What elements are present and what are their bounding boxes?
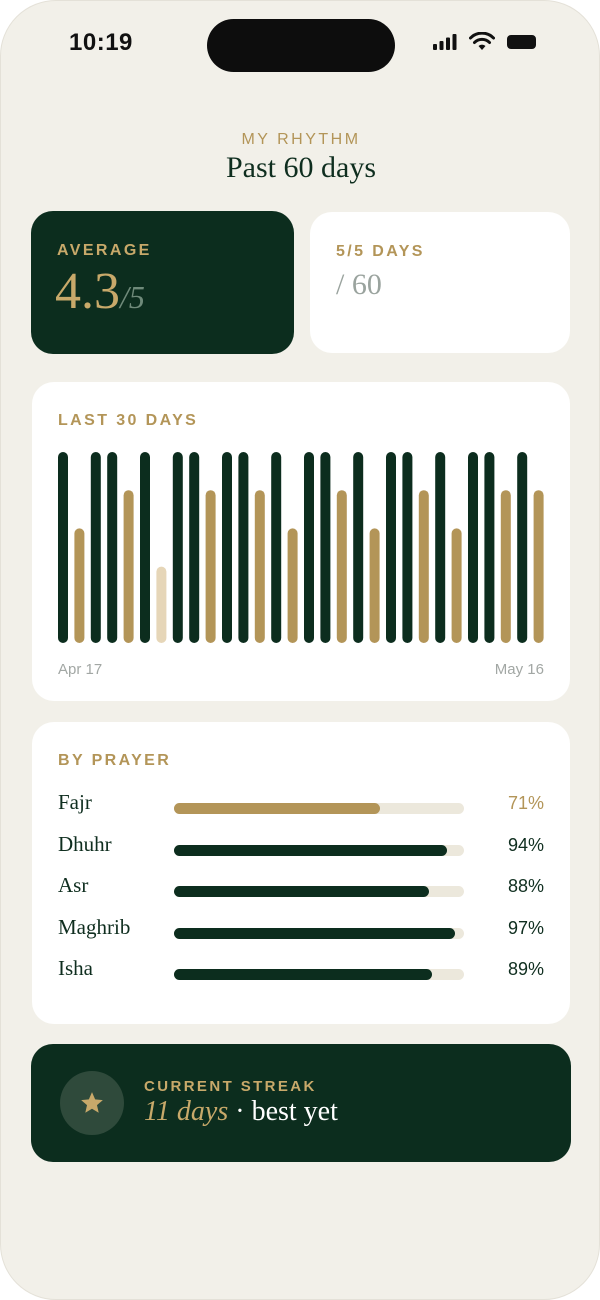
day-bar bbox=[189, 452, 200, 643]
progress-track bbox=[174, 803, 464, 814]
star-icon bbox=[81, 1092, 103, 1113]
day-bar bbox=[156, 566, 167, 643]
day-bar bbox=[90, 452, 101, 643]
day-bar bbox=[254, 490, 265, 643]
full-days-label: 5/5 DAYS bbox=[336, 243, 425, 260]
prayer-name: Asr bbox=[58, 873, 89, 897]
day-bar bbox=[402, 452, 413, 643]
prayer-percent: 71% bbox=[507, 793, 544, 813]
average-value: 4.3 bbox=[55, 263, 120, 320]
day-bar bbox=[369, 528, 380, 643]
prayer-name: Fajr bbox=[58, 790, 92, 814]
day-bar bbox=[222, 452, 232, 643]
streak-label: CURRENT STREAK bbox=[144, 1078, 317, 1095]
by-prayer-card: BY PRAYER Fajr 71% Dhuhr 94% Asr 88% Mag… bbox=[32, 722, 570, 1024]
prayer-row-fajr: Fajr 71% bbox=[58, 790, 544, 820]
phone-screen: 10:19 MY RHYTHM Past 60 days AVERAGE 4.3… bbox=[0, 0, 600, 1300]
streak-text: 11 days · best yet bbox=[144, 1096, 338, 1128]
by-prayer-title: BY PRAYER bbox=[58, 752, 172, 769]
progress-fill bbox=[174, 886, 430, 897]
day-bar bbox=[500, 490, 511, 643]
day-bar bbox=[58, 452, 68, 643]
day-bar bbox=[435, 452, 446, 643]
status-time: 10:19 bbox=[69, 29, 133, 56]
chart-end-date: May 16 bbox=[494, 661, 544, 678]
prayer-percent: 88% bbox=[507, 876, 544, 896]
streak-badge bbox=[60, 1071, 124, 1135]
progress-track bbox=[174, 928, 464, 939]
section-eyebrow: MY RHYTHM bbox=[241, 131, 361, 148]
day-bar bbox=[304, 452, 314, 643]
day-bar bbox=[418, 490, 429, 643]
prayer-row-maghrib: Maghrib 97% bbox=[58, 915, 544, 945]
day-bar bbox=[287, 528, 298, 643]
chart-start-date: Apr 17 bbox=[58, 661, 103, 678]
progress-fill bbox=[174, 845, 447, 856]
status-icons bbox=[433, 32, 537, 51]
prayer-percent: 97% bbox=[507, 918, 544, 938]
streak-suffix: · best yet bbox=[228, 1096, 338, 1127]
average-value-row: 4.3/5 bbox=[55, 266, 145, 318]
prayer-row-dhuhr: Dhuhr 94% bbox=[58, 832, 544, 862]
day-bar bbox=[74, 528, 85, 643]
prayer-row-asr: Asr 88% bbox=[58, 873, 544, 903]
progress-track bbox=[174, 845, 464, 856]
prayer-name: Isha bbox=[58, 956, 93, 980]
streak-days: 11 days bbox=[144, 1096, 229, 1127]
page-title: Past 60 days bbox=[226, 151, 376, 184]
day-bar bbox=[271, 452, 282, 643]
day-bar bbox=[517, 452, 528, 643]
day-bar bbox=[533, 490, 544, 643]
average-out-of: /5 bbox=[120, 279, 145, 315]
prayer-percent: 94% bbox=[507, 835, 544, 855]
prayer-name: Dhuhr bbox=[58, 832, 112, 856]
full-days-value-row: 42 / 60 bbox=[336, 268, 414, 586]
progress-track bbox=[174, 969, 464, 980]
day-bar bbox=[336, 490, 347, 643]
prayer-percent: 89% bbox=[507, 959, 544, 979]
current-streak-card[interactable]: CURRENT STREAK 11 days · best yet bbox=[31, 1044, 571, 1162]
average-label: AVERAGE bbox=[57, 242, 152, 259]
day-bar bbox=[484, 452, 495, 643]
progress-fill bbox=[174, 803, 380, 814]
wifi-icon bbox=[469, 32, 495, 50]
day-bar bbox=[386, 452, 396, 643]
day-bar bbox=[468, 452, 478, 643]
average-card: AVERAGE 4.3/5 bbox=[31, 211, 294, 354]
dynamic-island bbox=[207, 19, 395, 72]
day-bar bbox=[451, 528, 462, 643]
day-bar bbox=[238, 452, 249, 643]
full-days-out-of: / 60 bbox=[336, 268, 382, 301]
day-bar bbox=[123, 490, 134, 643]
last-30-days-card: LAST 30 DAYS Apr 17 May 16 bbox=[32, 382, 570, 701]
progress-track bbox=[174, 886, 464, 897]
day-bar bbox=[320, 452, 331, 643]
battery-icon bbox=[507, 34, 536, 49]
day-bar bbox=[140, 452, 150, 643]
prayer-name: Maghrib bbox=[58, 915, 131, 939]
day-bar bbox=[353, 452, 364, 643]
day-bar bbox=[107, 452, 118, 643]
daily-bar-chart bbox=[58, 452, 544, 643]
progress-fill bbox=[174, 928, 456, 939]
signal-icon bbox=[433, 33, 457, 50]
full-days-card: 5/5 DAYS 42 / 60 bbox=[310, 212, 570, 586]
progress-fill bbox=[174, 969, 433, 980]
prayer-row-isha: Isha 89% bbox=[58, 956, 544, 986]
day-bar bbox=[205, 490, 216, 643]
day-bar bbox=[172, 452, 183, 643]
